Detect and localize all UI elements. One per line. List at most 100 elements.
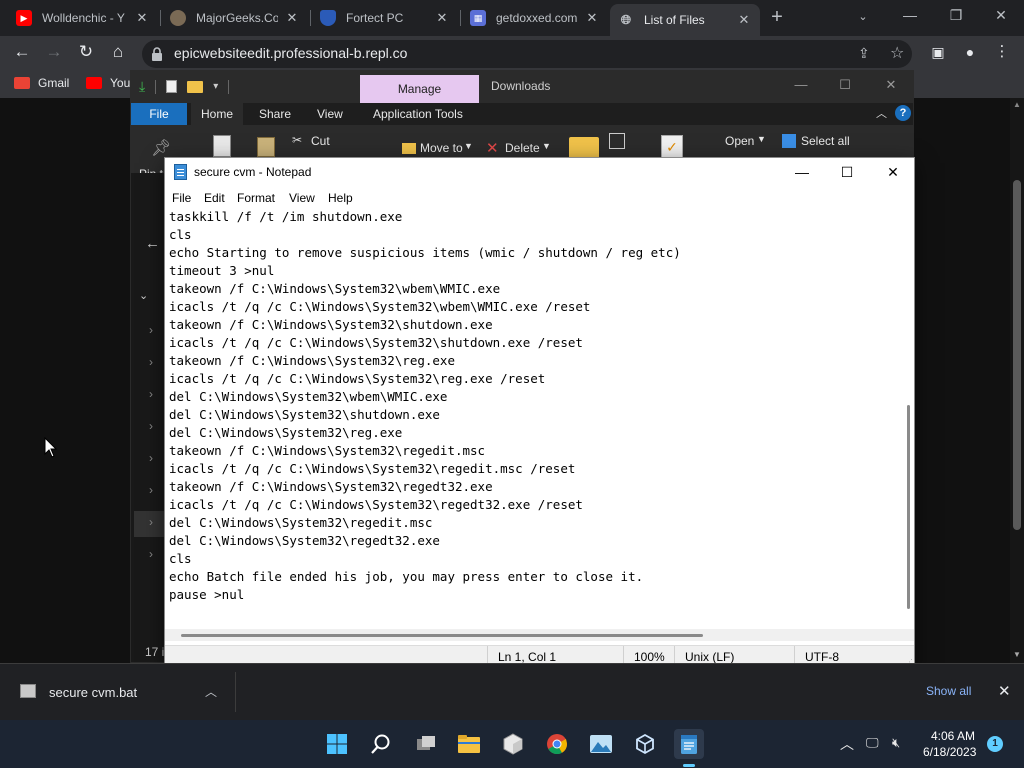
download-arrow-icon[interactable]: ⤓ (139, 78, 145, 95)
new-tab-button[interactable]: + (766, 6, 788, 28)
scissors-icon[interactable]: ✂ (292, 133, 302, 147)
clock-time[interactable]: 4:06 AM (931, 729, 975, 743)
menu-view[interactable]: View (289, 191, 315, 205)
notepad-close-button[interactable]: ✕ (870, 158, 916, 186)
home-icon[interactable]: ⌂ (106, 40, 130, 64)
task-view-icon[interactable] (411, 729, 441, 759)
select-all-icon[interactable] (782, 134, 796, 148)
explorer-maximize-button[interactable]: ☐ (830, 77, 860, 93)
share-icon[interactable]: ⇪ (858, 45, 870, 62)
new-folder-icon[interactable] (569, 137, 599, 159)
tab-close-icon[interactable]: ✕ (134, 10, 150, 26)
bookmark-star-icon[interactable]: ☆ (890, 43, 904, 63)
tab-close-icon[interactable]: ✕ (736, 12, 752, 28)
pin-icon[interactable]: 📌︎ (151, 138, 171, 158)
search-icon[interactable] (366, 729, 396, 759)
qa-dropdown-icon[interactable]: ▾ (213, 81, 218, 92)
open-button[interactable]: Open (725, 134, 754, 148)
menu-help[interactable]: Help (328, 191, 353, 205)
delete-x-icon[interactable]: ✕ (486, 139, 499, 157)
notepad-title-bar[interactable]: secure cvm - Notepad — ☐ ✕ (165, 158, 914, 186)
delete-dropdown-icon[interactable]: ▼ (542, 141, 551, 151)
explorer-minimize-button[interactable]: — (786, 77, 816, 92)
ribbon-tab-application-tools[interactable]: Application Tools (363, 103, 473, 125)
volume-muted-icon[interactable]: 🔇︎ (892, 735, 900, 751)
browser-tab-2[interactable]: MajorGeeks.Cor ✕ (162, 4, 308, 32)
explorer-back-arrow-icon[interactable]: ← (145, 235, 160, 252)
move-to-icon[interactable] (402, 143, 416, 154)
tab-close-icon[interactable]: ✕ (434, 10, 450, 26)
new-item-icon[interactable] (609, 133, 625, 149)
bookmark-gmail[interactable]: Gmail (14, 76, 69, 90)
forward-arrow-icon[interactable]: → (42, 40, 66, 64)
nav-expand-chevron-icon[interactable]: › (149, 387, 153, 401)
browser-tab-3[interactable]: Fortect PC ✕ (312, 4, 458, 32)
nav-expand-chevron-icon[interactable]: › (149, 547, 153, 561)
browser-minimize-button[interactable]: — (887, 0, 933, 32)
profile-icon[interactable]: ● (958, 40, 982, 64)
photos-icon[interactable] (586, 729, 616, 759)
network-app-icon[interactable] (630, 729, 660, 759)
ribbon-tab-share[interactable]: Share (249, 103, 301, 125)
tab-search-icon[interactable]: ⌄ (854, 8, 872, 26)
bookmark-youtube[interactable]: You (86, 76, 130, 90)
scroll-up-arrow-icon[interactable]: ▲ (1011, 100, 1023, 109)
browser-restore-button[interactable]: ❐ (933, 0, 979, 32)
reload-icon[interactable]: ↻ (74, 40, 98, 64)
collapse-ribbon-icon[interactable]: ︿ (876, 105, 887, 121)
lock-icon[interactable] (150, 46, 164, 62)
copy-icon[interactable] (213, 135, 231, 157)
tab-close-icon[interactable]: ✕ (584, 10, 600, 26)
notepad-horizontal-scroll-thumb[interactable] (181, 634, 703, 637)
close-download-bar-icon[interactable]: ✕ (998, 682, 1011, 700)
scroll-down-arrow-icon[interactable]: ▼ (1011, 650, 1023, 659)
browser-tab-1[interactable]: ▶ Wolldenchic - Y ✕ (8, 4, 158, 32)
ribbon-tab-home[interactable]: Home (191, 103, 244, 125)
chrome-icon[interactable] (542, 729, 572, 759)
page-scroll-thumb[interactable] (1013, 180, 1021, 530)
paste-icon[interactable] (257, 137, 275, 157)
nav-expand-chevron-icon[interactable]: › (149, 515, 153, 529)
download-options-chevron-icon[interactable]: ︿ (205, 683, 217, 700)
notepad-vertical-scroll-thumb[interactable] (907, 405, 910, 609)
nav-expand-chevron-icon[interactable]: › (149, 483, 153, 497)
notepad-maximize-button[interactable]: ☐ (824, 158, 870, 186)
clock-date[interactable]: 6/18/2023 (923, 745, 976, 759)
nav-expand-chevron-icon[interactable]: › (149, 355, 153, 369)
browser-tab-4[interactable]: ▦ getdoxxed.com ✕ (462, 4, 608, 32)
select-all-button[interactable]: Select all (801, 134, 850, 148)
file-explorer-icon[interactable] (454, 729, 484, 759)
download-item-filename[interactable]: secure cvm.bat (49, 685, 137, 700)
nav-expand-chevron-icon[interactable]: › (149, 451, 153, 465)
notepad-text-area[interactable]: taskkill /f /t /im shutdown.exe cls echo S… (165, 208, 902, 629)
network-tray-icon[interactable]: 🖵︎ (866, 735, 879, 751)
menu-file[interactable]: File (172, 191, 191, 205)
batch-file-icon[interactable] (20, 684, 36, 698)
ribbon-tab-file[interactable]: File (131, 103, 187, 125)
properties-icon[interactable] (166, 80, 178, 93)
notepad-minimize-button[interactable]: — (779, 158, 825, 186)
help-icon[interactable]: ? (895, 105, 911, 121)
nav-expand-chevron-icon[interactable]: › (149, 419, 153, 433)
more-menu-icon[interactable]: ⋮ (990, 40, 1014, 64)
nav-expand-chevron-icon[interactable]: › (149, 323, 153, 337)
side-panel-icon[interactable]: ▣ (926, 40, 950, 64)
show-all-downloads-link[interactable]: Show all (926, 684, 971, 698)
expand-chevron-icon[interactable]: ⌄ (139, 289, 148, 302)
tab-close-icon[interactable]: ✕ (284, 10, 300, 26)
open-dropdown-icon[interactable]: ▼ (757, 134, 766, 144)
browser-close-button[interactable]: ✕ (978, 0, 1024, 32)
notification-count-badge[interactable]: 1 (987, 736, 1003, 752)
show-hidden-icons-chevron-icon[interactable]: ︿ (840, 734, 854, 754)
notepad-icon[interactable] (674, 729, 704, 759)
properties-check-icon[interactable]: ✓ (661, 135, 683, 159)
manage-contextual-tab[interactable]: Manage (360, 75, 479, 103)
menu-format[interactable]: Format (237, 191, 275, 205)
folder-icon[interactable] (187, 80, 204, 93)
move-to-dropdown-icon[interactable]: ▼ (464, 141, 473, 151)
delete-button[interactable]: Delete (505, 141, 540, 155)
browser-tab-5-active[interactable]: 🌐︎ List of Files ✕ (610, 4, 760, 36)
explorer-close-button[interactable]: ✕ (876, 77, 906, 93)
start-icon[interactable] (322, 729, 352, 759)
ribbon-tab-view[interactable]: View (307, 103, 353, 125)
